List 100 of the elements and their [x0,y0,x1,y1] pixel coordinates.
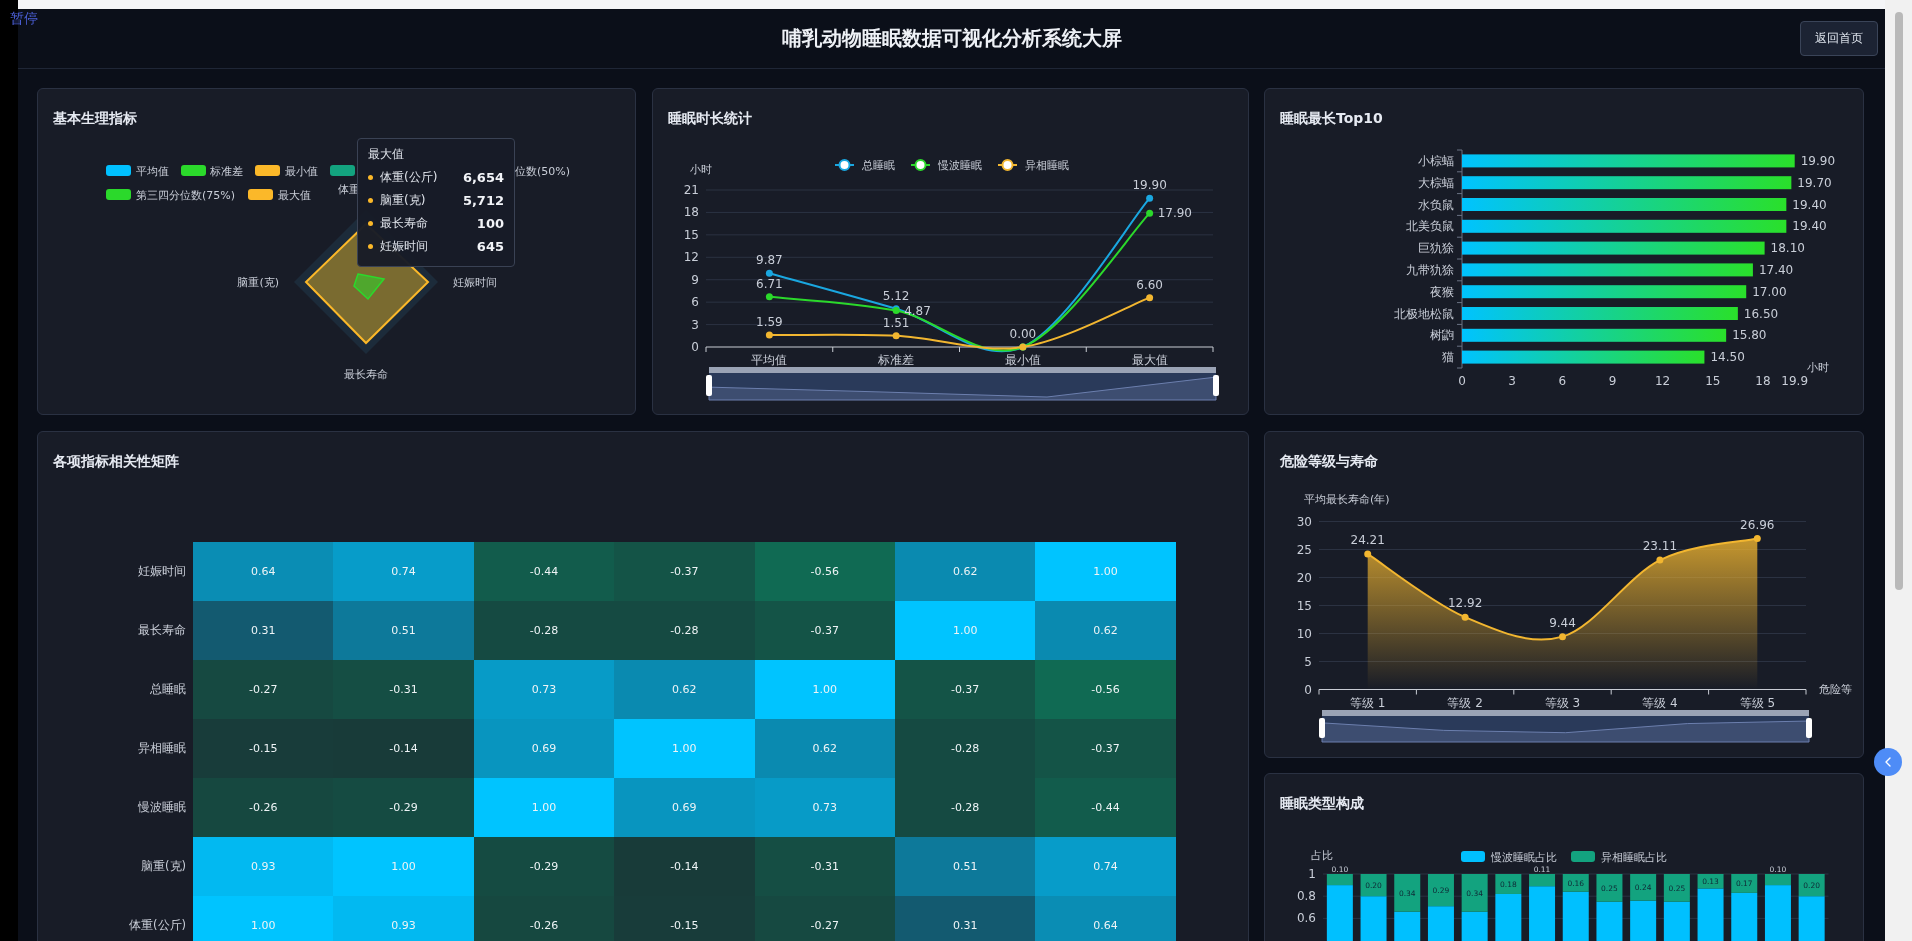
heatmap-cell: 1.00 [333,836,474,896]
tick-label: 18 [1755,374,1771,388]
value-label: 12.92 [1447,595,1483,610]
data-point [1753,534,1761,542]
value-label: 5.12 [882,288,909,303]
axis-title: 小时 [689,163,712,176]
value-label: 6.71 [755,276,783,291]
back-button[interactable]: 返回首页 [1800,21,1878,56]
data-point [1145,209,1153,217]
value-label: 19.90 [1800,153,1836,168]
value-label: 1.51 [882,315,909,330]
heatmap-cell: -0.37 [754,600,895,660]
heatmap-cell: -0.29 [333,777,474,837]
slider-handle[interactable] [705,375,712,396]
panel-title: 基本生理指标 [52,109,138,128]
heatmap-cell: 0.62 [614,659,755,719]
category-label: 夜猴 [1430,284,1454,299]
value-label: 19.40 [1792,197,1827,212]
heatmap-cell: -0.28 [614,600,755,660]
row-label: 体重(公斤) [128,916,187,934]
tooltip-label: 妊娠时间 [380,238,429,255]
data-point [892,332,900,340]
heatmap-cell: 0.51 [333,600,474,660]
category-label: 树鼩 [1430,328,1454,343]
tick-label: 0.8 [1296,889,1316,904]
slider-handle[interactable] [1212,375,1219,396]
heatmap-cell: 0.31 [193,600,334,660]
tooltip-title: 最大值 [368,146,405,163]
legend-label: 慢波睡眠占比 [1491,851,1557,864]
heatmap-cell: -0.15 [614,895,755,941]
data-point [1145,294,1153,302]
heatmap-cell: 0.69 [614,777,755,837]
heatmap-cell: 0.93 [193,836,334,896]
heatmap-cell: 0.62 [1035,600,1176,660]
bullet-icon [368,244,373,249]
data-point [765,269,773,277]
tick-label: 15 [1705,374,1721,388]
pause-label: 暂停 [10,10,38,28]
value-label: 1.59 [755,315,783,330]
row-label: 脑重(克) [140,857,187,875]
slider-handle[interactable] [1806,717,1812,738]
heatmap-cell: 0.62 [894,541,1036,601]
category-label: 等级 3 [1544,695,1581,710]
tick-label: 0.6 [1296,911,1316,926]
heatmap-cell: 1.00 [473,777,615,837]
heatmap-cell: 0.73 [754,777,895,837]
heatmap-cell: -0.15 [193,718,334,778]
bullet-icon [368,221,373,226]
value-label: 17.90 [1157,206,1192,221]
tooltip-value: 5,712 [462,193,504,208]
bar [1427,874,1454,907]
heatmap-cell: -0.31 [333,659,474,719]
heatmap-cell: 0.93 [333,895,474,941]
tick-label: 18 [683,205,699,220]
axis-label: 脑重(克) [237,276,279,289]
category-label: 猫 [1442,350,1454,365]
heatmap-cell: -0.28 [894,777,1036,837]
tick-label: 0 [1304,682,1312,696]
panel-title: 各项指标相关性矩阵 [52,451,180,471]
tick-label: 3 [1508,374,1516,388]
axis-title: 危险等 [1819,682,1852,696]
panel-title: 睡眠类型构成 [1279,794,1365,813]
panel-title: 睡眠最长Top10 [1279,109,1384,128]
scrollbar-thumb[interactable] [1895,12,1903,590]
tick-label: 25 [1296,542,1312,556]
heatmap-cell: 1.00 [193,895,334,941]
tick-label: 3 [690,317,699,332]
tick-label: 30 [1296,514,1312,528]
category-label: 等级 2 [1447,695,1483,710]
heatmap-cell: -0.27 [754,895,895,941]
tick-label: 10 [1296,626,1312,640]
data-point [765,331,773,339]
heatmap-cell: -0.56 [1035,659,1176,719]
category-label: 小棕蝠 [1418,153,1454,168]
tick-label: 6 [1558,374,1567,388]
bar [1663,874,1690,902]
value-label: 19.40 [1792,219,1827,234]
value-label: 18.10 [1770,241,1805,256]
heatmap-cell: -0.37 [894,659,1036,719]
value-label: 19.90 [1131,178,1167,193]
tick-label: 19.9 [1781,374,1809,388]
legend-label: 第三四分位数(75%) [136,189,236,202]
legend-label: 平均值 [136,165,169,178]
value-label: 0.00 [1009,327,1036,341]
tooltip-label: 脑重(克) [380,192,427,209]
heatmap-cell: -0.27 [193,659,334,719]
value-label: 14.50 [1710,350,1745,365]
category-label: 九带犰狳 [1406,262,1454,277]
row-label: 最长寿命 [137,621,187,639]
bar [1596,874,1623,902]
panel-title: 睡眠时长统计 [666,109,753,128]
slider-handle[interactable] [1319,717,1325,738]
category-label: 等级 5 [1739,695,1776,710]
row-label: 妊娠时间 [137,562,187,580]
tick-label: 6 [690,295,699,310]
value-label: 9.44 [1549,615,1576,630]
heatmap-cell: 0.64 [1035,895,1176,941]
data-point [1656,556,1664,564]
axis-label: 妊娠时间 [453,276,497,289]
bar [1663,901,1690,941]
